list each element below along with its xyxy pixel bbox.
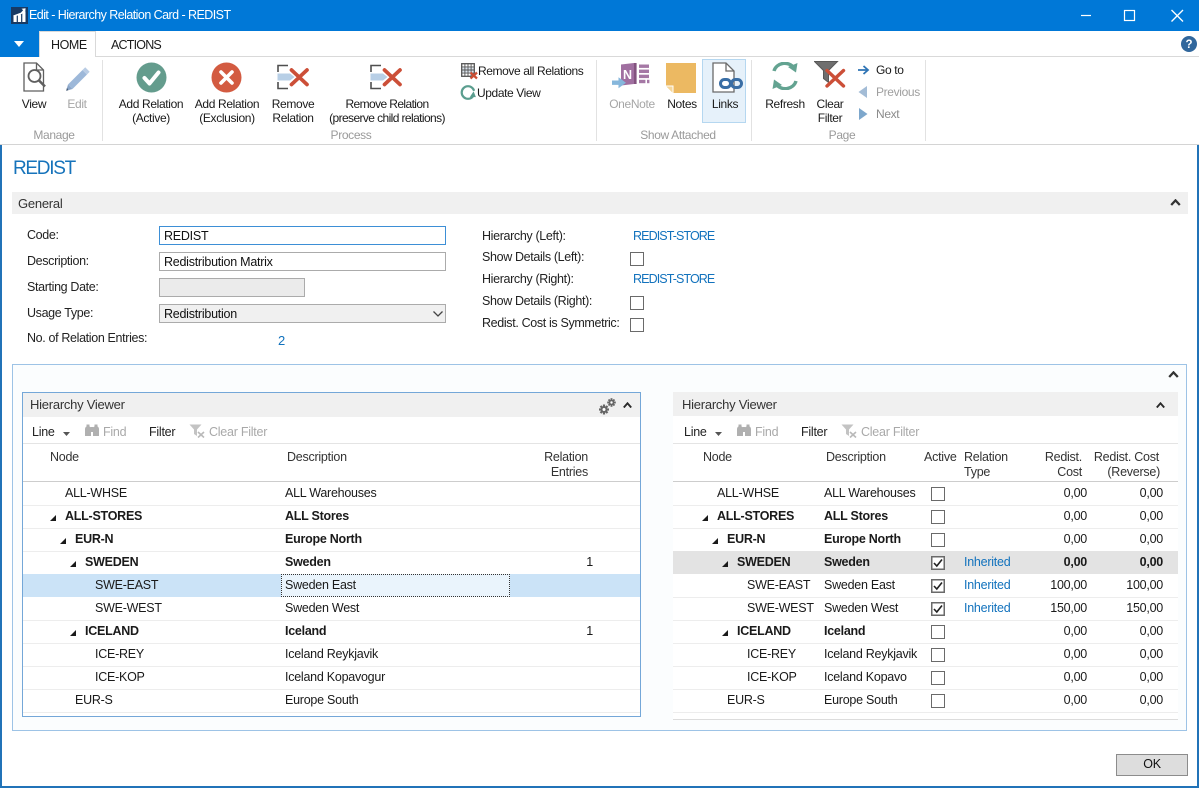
svg-text:?: ? bbox=[1185, 39, 1192, 51]
svg-text:N: N bbox=[623, 68, 632, 82]
